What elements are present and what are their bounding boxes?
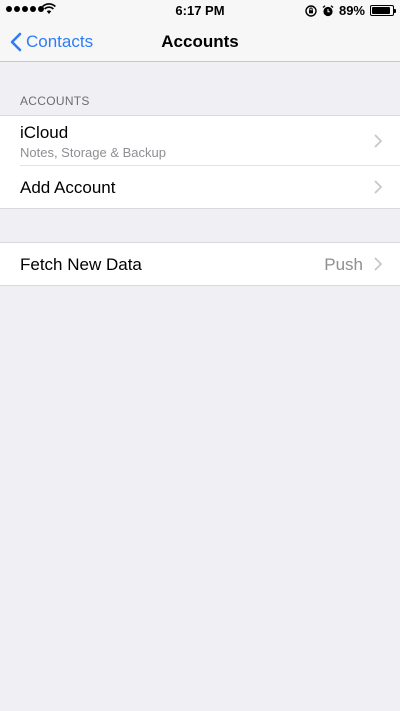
alarm-icon xyxy=(322,4,334,16)
accounts-group: iCloud Notes, Storage & Backup Add Accou… xyxy=(0,115,400,209)
chevron-right-icon xyxy=(374,257,382,271)
list-item-title: Add Account xyxy=(20,178,116,197)
chevron-right-icon xyxy=(374,180,382,194)
list-item-title: iCloud xyxy=(20,123,69,142)
chevron-right-icon xyxy=(374,134,382,148)
rotation-lock-icon xyxy=(305,4,317,17)
fetch-group: Fetch New Data Push xyxy=(0,242,400,286)
status-bar: 6:17 PM 89% xyxy=(0,0,400,22)
navigation-bar: Contacts Accounts xyxy=(0,22,400,62)
list-item-icloud[interactable]: iCloud Notes, Storage & Backup xyxy=(0,116,400,166)
battery-icon xyxy=(370,5,396,16)
list-item-value: Push xyxy=(324,255,363,274)
page-title: Accounts xyxy=(161,32,239,51)
list-item-subtitle: Notes, Storage & Backup xyxy=(20,145,166,160)
section-header-accounts: ACCOUNTS xyxy=(20,94,90,108)
battery-percent: 89% xyxy=(338,3,365,18)
list-item-fetch-new-data[interactable]: Fetch New Data Push xyxy=(0,243,400,285)
list-item-title: Fetch New Data xyxy=(20,255,142,274)
list-item-add-account[interactable]: Add Account xyxy=(0,166,400,208)
